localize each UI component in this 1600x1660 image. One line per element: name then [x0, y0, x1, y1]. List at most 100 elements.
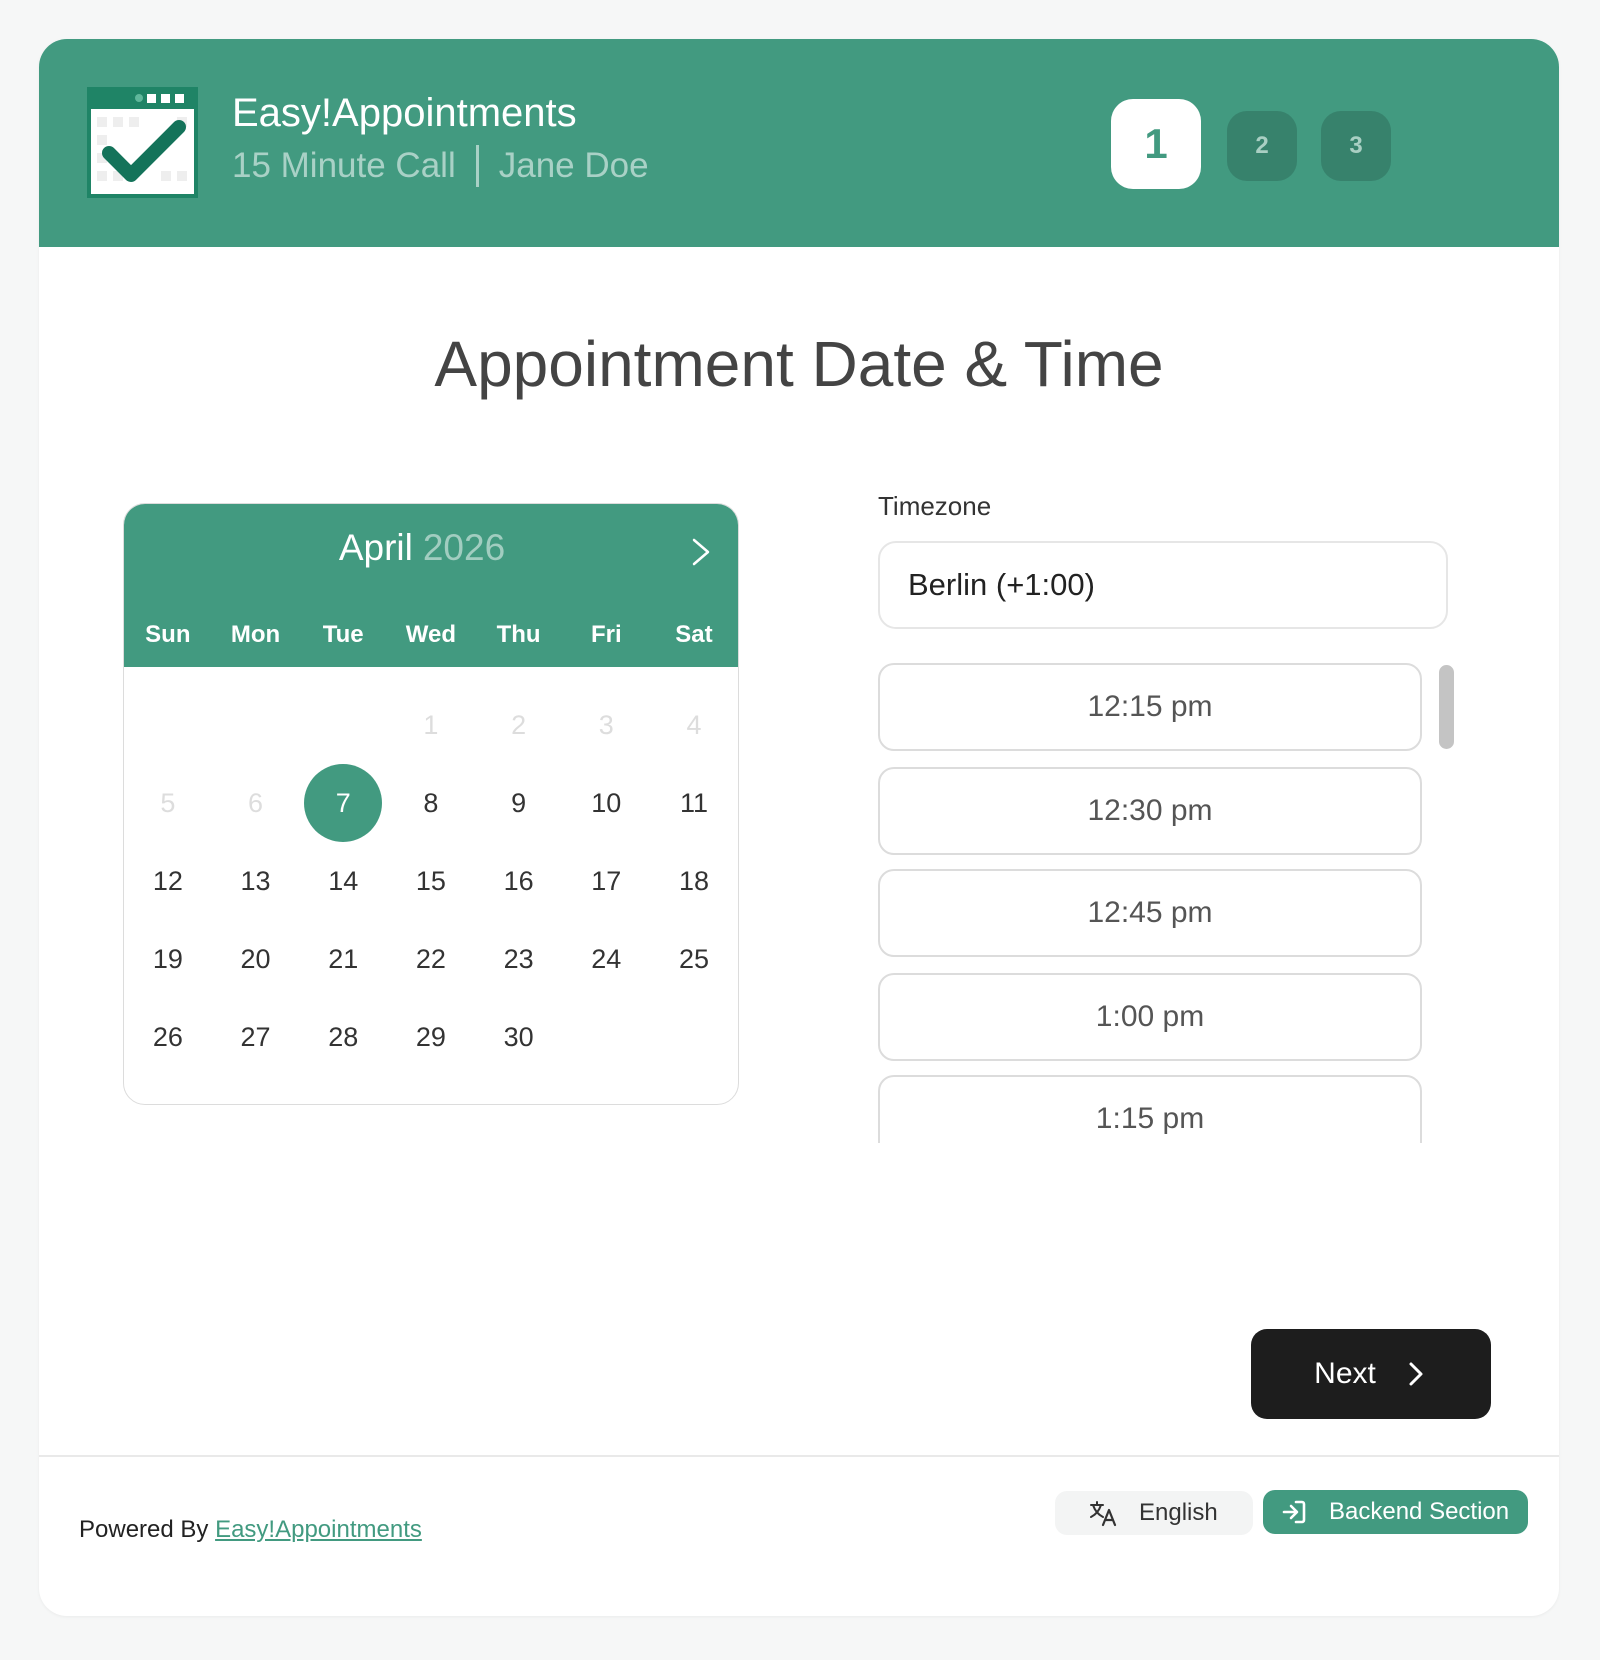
calendar-day[interactable]: 19	[124, 920, 212, 998]
calendar-day[interactable]: 25	[650, 920, 738, 998]
next-button[interactable]: Next	[1251, 1329, 1491, 1419]
calendar-month: April	[338, 527, 413, 568]
calendar-day-label: 22	[415, 943, 446, 974]
calendar-day-label: 9	[511, 787, 527, 818]
calendar-day-label: 26	[152, 1021, 183, 1052]
language-label: English	[1139, 1499, 1218, 1526]
calendar-day[interactable]: 27	[212, 998, 300, 1076]
calendar-day[interactable]: 21	[299, 920, 387, 998]
weekday-label: Sat	[675, 621, 713, 648]
time-slot-button[interactable]: 1:15 pm	[878, 1075, 1422, 1143]
translate-icon	[1090, 1501, 1117, 1527]
calendar-day-label: 15	[415, 865, 446, 896]
calendar-day[interactable]: 26	[124, 998, 212, 1076]
calendar-day-label: 19	[152, 943, 183, 974]
step-3-indicator: 3	[1321, 111, 1391, 181]
calendar-day-label: 28	[328, 1021, 359, 1052]
weekday-row: Sun Mon Tue Wed Thu Fri Sat	[124, 621, 738, 649]
date-picker: April 2026 Sun Mon Tue Wed Thu Fri Sat 12…	[123, 503, 739, 1105]
calendar-day-label: 18	[678, 865, 709, 896]
calendar-day-label: 1	[423, 709, 439, 740]
calendar-day-label: 4	[686, 709, 702, 740]
timezone-select[interactable]: Berlin (+1:00)	[878, 541, 1448, 629]
time-slot-list[interactable]: 12:15 pm 12:30 pm 12:45 pm 1:00 pm 1:15 pm	[878, 663, 1438, 1143]
calendar-day-label: 8	[423, 787, 439, 818]
next-button-label: Next	[1314, 1357, 1376, 1390]
weekday-label: Wed	[405, 621, 457, 648]
calendar-day[interactable]: 17	[562, 842, 650, 920]
calendar-day-label: 21	[328, 943, 359, 974]
language-button[interactable]: English	[1055, 1491, 1253, 1535]
calendar-day-label: 11	[679, 787, 708, 818]
calendar-day-label: 27	[240, 1021, 271, 1052]
calendar-empty-cell	[124, 686, 212, 764]
calendar-day: 5	[124, 764, 212, 842]
calendar-day[interactable]: 9	[475, 764, 563, 842]
calendar-empty-cell	[299, 686, 387, 764]
calendar-day-label: 29	[415, 1021, 446, 1052]
calendar-day[interactable]: 15	[387, 842, 475, 920]
header: Easy!Appointments 15 Minute Call Jane Do…	[39, 39, 1559, 247]
calendar-day-label: 12	[152, 865, 183, 896]
calendar-day[interactable]: 20	[212, 920, 300, 998]
powered-by-link[interactable]: Easy!Appointments	[215, 1516, 422, 1543]
company-name: Easy!Appointments	[232, 91, 577, 135]
calendar-day[interactable]: 30	[475, 998, 563, 1076]
calendar-day[interactable]: 24	[562, 920, 650, 998]
calendar-day-label: 14	[328, 865, 359, 896]
calendar-day-label: 6	[248, 787, 264, 818]
calendar-check-icon	[87, 87, 198, 198]
calendar-header: April 2026 Sun Mon Tue Wed Thu Fri Sat	[124, 504, 738, 667]
calendar-day[interactable]: 23	[475, 920, 563, 998]
calendar-day[interactable]: 29	[387, 998, 475, 1076]
booking-frame: Easy!Appointments 15 Minute Call Jane Do…	[39, 39, 1559, 1616]
calendar-day-label: 3	[598, 709, 614, 740]
chevron-right-icon	[1409, 1362, 1423, 1386]
time-slot-button[interactable]: 1:00 pm	[878, 973, 1422, 1061]
weekday-label: Sun	[145, 621, 191, 648]
weekday-label: Tue	[322, 621, 364, 648]
footer-divider	[39, 1455, 1559, 1457]
service-provider-line: 15 Minute Call Jane Doe	[232, 145, 649, 187]
weekday-label: Fri	[590, 621, 622, 648]
calendar-day-label: 23	[503, 943, 534, 974]
calendar-day[interactable]: 18	[650, 842, 738, 920]
calendar-day-label: 7	[335, 787, 351, 818]
calendar-day: 1	[387, 686, 475, 764]
calendar-day[interactable]: 14	[299, 842, 387, 920]
powered-by-text: Powered By	[79, 1516, 209, 1543]
time-slot-button[interactable]: 12:45 pm	[878, 869, 1422, 957]
calendar-day-label: 10	[591, 787, 622, 818]
calendar-day[interactable]: 11	[650, 764, 738, 842]
timezone-label: Timezone	[878, 491, 992, 521]
calendar-day-label: 13	[240, 865, 271, 896]
step-2-indicator: 2	[1227, 111, 1297, 181]
provider-name: Jane Doe	[498, 146, 649, 185]
calendar-day[interactable]: 12	[124, 842, 212, 920]
calendar-day-selected[interactable]: 7	[299, 764, 387, 842]
time-slot-scrollbar[interactable]	[1439, 665, 1454, 749]
separator	[475, 145, 479, 187]
chevron-right-icon[interactable]	[684, 532, 718, 572]
weekday-label: Mon	[230, 621, 281, 648]
calendar-day: 2	[475, 686, 563, 764]
calendar-days: 1 2 3 4 5 6 7 8 9 10 11 12 13 14 15 16 17 18 19 20 21 22 23 24 2…	[124, 686, 738, 1076]
calendar-day-label: 30	[503, 1021, 534, 1052]
calendar-day-label: 17	[591, 865, 622, 896]
calendar-day[interactable]: 16	[475, 842, 563, 920]
calendar-day-label: 20	[240, 943, 271, 974]
calendar-day[interactable]: 10	[562, 764, 650, 842]
calendar-day-label: 5	[160, 787, 176, 818]
backend-section-button[interactable]: Backend Section	[1263, 1490, 1528, 1534]
time-slot-button[interactable]: 12:15 pm	[878, 663, 1422, 751]
weekday-label: Thu	[496, 621, 541, 648]
calendar-day[interactable]: 22	[387, 920, 475, 998]
service-name: 15 Minute Call	[232, 146, 456, 185]
time-slot-button[interactable]: 12:30 pm	[878, 767, 1422, 855]
calendar-day: 3	[562, 686, 650, 764]
calendar-month-year: April 2026	[124, 527, 720, 569]
calendar-day[interactable]: 28	[299, 998, 387, 1076]
backend-section-label: Backend Section	[1329, 1498, 1510, 1525]
calendar-day[interactable]: 8	[387, 764, 475, 842]
calendar-day[interactable]: 13	[212, 842, 300, 920]
